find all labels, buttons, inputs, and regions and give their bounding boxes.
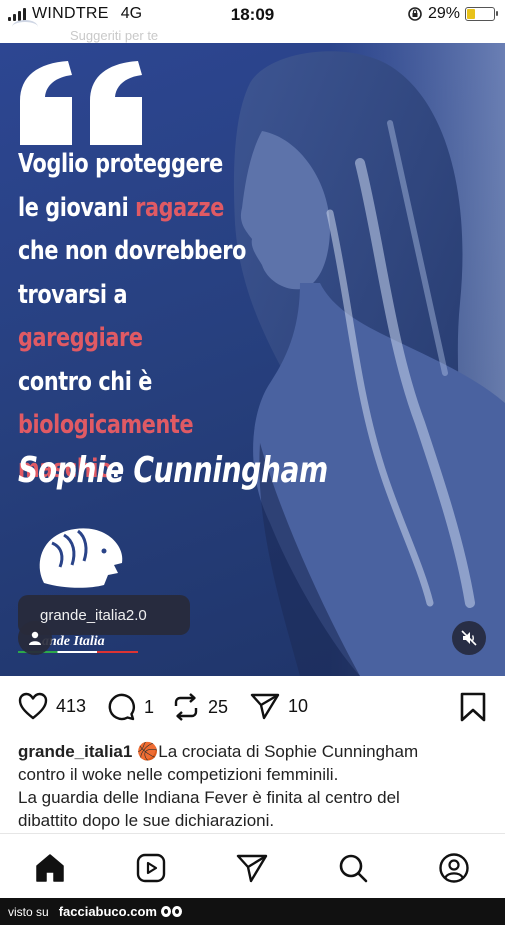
bookmark-icon <box>460 692 486 722</box>
tag-button[interactable] <box>18 621 52 655</box>
battery-percent: 29% <box>427 5 460 22</box>
suggestion-label: Suggeriti per te <box>70 28 159 43</box>
speaker-muted-icon <box>461 630 477 646</box>
bottom-nav <box>0 842 505 894</box>
quote-author: Sophie Cunningham <box>18 450 328 491</box>
repost-count: 25 <box>208 696 229 717</box>
nav-messages[interactable] <box>234 850 270 886</box>
caption-line-3: La guardia delle Indiana Fever è finita … <box>18 788 400 807</box>
action-bar: 413 1 25 10 <box>0 686 505 730</box>
eyes-logo-icon <box>160 906 182 917</box>
comment-button[interactable]: 1 <box>106 692 154 722</box>
share-count: 10 <box>288 695 309 716</box>
share-button[interactable]: 10 <box>250 692 308 720</box>
caption-line-4: dibattito dopo le sue dichiarazioni. <box>18 811 275 830</box>
quote-highlight: gareggiare <box>18 323 143 353</box>
quote-fragment: contro chi è <box>18 366 152 397</box>
repost-button[interactable]: 25 <box>172 692 228 722</box>
quote-line: Voglio proteggere <box>18 143 258 187</box>
quote-fragment: Voglio proteggere <box>18 149 223 179</box>
battery-icon <box>465 7 498 21</box>
carrier-name: WINDTRE <box>32 5 109 22</box>
quote-highlight: ragazze <box>135 192 224 223</box>
nav-profile[interactable] <box>436 850 472 886</box>
status-bar: WINDTRE 4G 18:09 29% <box>0 0 505 30</box>
quote-fragment: che non dovrebbero <box>18 236 246 266</box>
watermark-prefix: visto su <box>8 904 49 919</box>
like-button[interactable]: 413 <box>18 692 86 720</box>
home-icon <box>36 854 64 882</box>
quote-icon <box>20 61 142 145</box>
watermark-brand: facciabuco.com <box>59 904 182 919</box>
caption-username[interactable]: grande_italia1 <box>18 742 132 761</box>
quote-line: che non dovrebbero <box>18 230 258 274</box>
watermark-brand-text: facciabuco.com <box>58 904 157 919</box>
quote-fragment: le giovani <box>18 192 136 223</box>
caption-line-1: La crociata di Sophie Cunningham <box>158 742 419 761</box>
reels-icon <box>136 853 166 883</box>
quote-line: contro chi è <box>18 361 258 405</box>
search-icon <box>339 854 368 883</box>
profile-icon <box>439 853 469 883</box>
save-button[interactable] <box>460 692 486 722</box>
avatar[interactable] <box>12 20 38 34</box>
heart-icon <box>18 692 48 720</box>
nav-reels[interactable] <box>133 850 169 886</box>
basketball-emoji: 🏀 <box>137 742 159 761</box>
like-count: 413 <box>56 695 87 716</box>
user-icon <box>29 631 41 645</box>
orientation-lock-icon <box>408 7 422 21</box>
post-caption: grande_italia1 🏀La crociata di Sophie Cu… <box>18 740 493 832</box>
tagged-username[interactable]: grande_italia2.0 <box>40 607 147 624</box>
nav-home[interactable] <box>32 850 68 886</box>
watermark-bar: visto su facciabuco.com <box>0 898 505 925</box>
quote-text: Voglio proteggere le giovani ragazze che n… <box>18 143 258 491</box>
comment-count: 1 <box>144 696 155 717</box>
caption-line-2: contro il woke nelle competizioni femmin… <box>18 765 339 784</box>
lion-logo <box>39 528 123 588</box>
mute-button[interactable] <box>452 621 486 655</box>
quote-line: le giovani ragazze <box>18 187 258 231</box>
quote-line: biologicamente <box>18 404 258 448</box>
quote-line: trovarsi a gareggiare <box>18 274 258 361</box>
divider <box>0 833 505 834</box>
post-image[interactable]: Voglio proteggere le giovani ragazze che n… <box>0 43 505 676</box>
signal-icon <box>8 7 26 21</box>
quote-fragment: trovarsi a <box>18 279 128 310</box>
send-icon <box>250 693 280 720</box>
network-type: 4G <box>120 5 143 22</box>
nav-search[interactable] <box>335 850 371 886</box>
quote-highlight: biologicamente <box>18 410 194 440</box>
repost-icon <box>174 693 198 721</box>
send-icon <box>236 854 268 883</box>
comment-icon <box>108 693 135 721</box>
